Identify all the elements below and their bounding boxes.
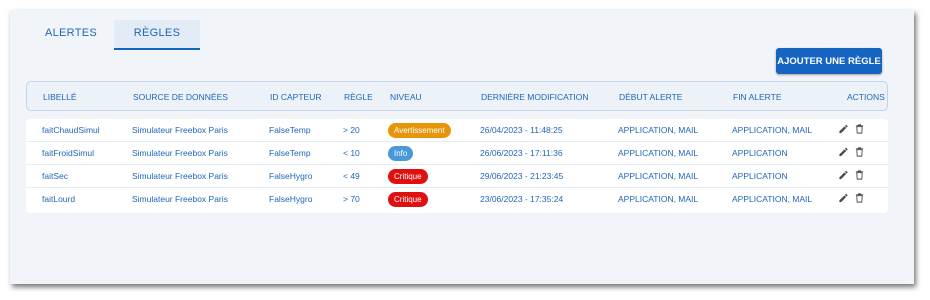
table-row[interactable]: faitLourd Simulateur Freebox Paris False… — [26, 188, 888, 211]
table-header: LIBELLÉ SOURCE DE DONNÉES ID CAPTEUR RÈG… — [26, 81, 888, 111]
row-actions — [838, 123, 865, 135]
last-modified: 23/06/2023 - 17:35:24 — [480, 194, 564, 204]
tab-alertes[interactable]: ALERTES — [28, 20, 114, 50]
level-badge: Critique — [388, 169, 428, 184]
alert-start: APPLICATION, MAIL — [618, 194, 699, 204]
table-row[interactable]: faitSec Simulateur Freebox Paris FalseHy… — [26, 165, 888, 188]
rule-condition: > 20 — [343, 125, 360, 135]
rules-panel: ALERTES RÈGLES AJOUTER UNE RÈGLE LIBELLÉ… — [10, 10, 914, 284]
rule-condition: < 49 — [343, 171, 360, 181]
sensor-id: FalseTemp — [269, 125, 311, 135]
table-row[interactable]: faitChaudSimul Simulateur Freebox Paris … — [26, 119, 888, 142]
header-modification[interactable]: DERNIÈRE MODIFICATION — [481, 92, 589, 102]
header-capteur[interactable]: ID CAPTEUR — [270, 92, 321, 102]
level-badge: Avertissement — [388, 123, 451, 138]
data-source[interactable]: Simulateur Freebox Paris — [132, 194, 228, 204]
sensor-id: FalseHygro — [269, 171, 313, 181]
rule-condition: < 10 — [343, 148, 360, 158]
pencil-icon[interactable] — [838, 169, 849, 181]
trash-icon[interactable] — [854, 123, 865, 135]
sensor-id: FalseHygro — [269, 194, 313, 204]
header-niveau[interactable]: NIVEAU — [390, 92, 422, 102]
rule-name[interactable]: faitLourd — [42, 194, 75, 204]
row-actions — [838, 169, 865, 181]
header-libelle[interactable]: LIBELLÉ — [43, 92, 77, 102]
level-badge: Critique — [388, 192, 428, 207]
rules-table-body: faitChaudSimul Simulateur Freebox Paris … — [26, 119, 888, 213]
tab-bar: ALERTES RÈGLES — [28, 20, 200, 50]
data-source[interactable]: Simulateur Freebox Paris — [132, 148, 228, 158]
alert-end: APPLICATION, MAIL — [732, 125, 813, 135]
last-modified: 26/04/2023 - 11:48:25 — [480, 125, 563, 135]
header-debut-alerte[interactable]: DÉBUT ALERTE — [619, 92, 682, 102]
alert-end: APPLICATION, MAIL — [732, 194, 813, 204]
row-actions — [838, 146, 865, 158]
last-modified: 29/06/2023 - 21:23:45 — [480, 171, 564, 181]
trash-icon[interactable] — [854, 192, 865, 204]
alert-start: APPLICATION, MAIL — [618, 148, 699, 158]
last-modified: 26/06/2023 - 17:11:36 — [480, 148, 563, 158]
add-rule-button[interactable]: AJOUTER UNE RÈGLE — [776, 48, 882, 74]
alert-start: APPLICATION, MAIL — [618, 125, 699, 135]
rule-name[interactable]: faitSec — [42, 171, 68, 181]
pencil-icon[interactable] — [838, 192, 849, 204]
header-actions: ACTIONS — [847, 92, 885, 102]
rule-condition: > 70 — [343, 194, 360, 204]
rule-name[interactable]: faitChaudSimul — [42, 125, 100, 135]
level-badge: Info — [388, 146, 414, 161]
alert-end: APPLICATION — [732, 171, 788, 181]
pencil-icon[interactable] — [838, 123, 849, 135]
data-source[interactable]: Simulateur Freebox Paris — [132, 171, 228, 181]
sensor-id: FalseTemp — [269, 148, 311, 158]
pencil-icon[interactable] — [838, 146, 849, 158]
row-actions — [838, 192, 865, 204]
header-fin-alerte[interactable]: FIN ALERTE — [733, 92, 782, 102]
header-regle[interactable]: RÈGLE — [344, 92, 373, 102]
trash-icon[interactable] — [854, 169, 865, 181]
header-source[interactable]: SOURCE DE DONNÉES — [133, 92, 228, 102]
table-row[interactable]: faitFroidSimul Simulateur Freebox Paris … — [26, 142, 888, 165]
alert-end: APPLICATION — [732, 148, 788, 158]
tab-regles[interactable]: RÈGLES — [114, 20, 200, 50]
rule-name[interactable]: faitFroidSimul — [42, 148, 94, 158]
trash-icon[interactable] — [854, 146, 865, 158]
alert-start: APPLICATION, MAIL — [618, 171, 699, 181]
data-source[interactable]: Simulateur Freebox Paris — [132, 125, 228, 135]
